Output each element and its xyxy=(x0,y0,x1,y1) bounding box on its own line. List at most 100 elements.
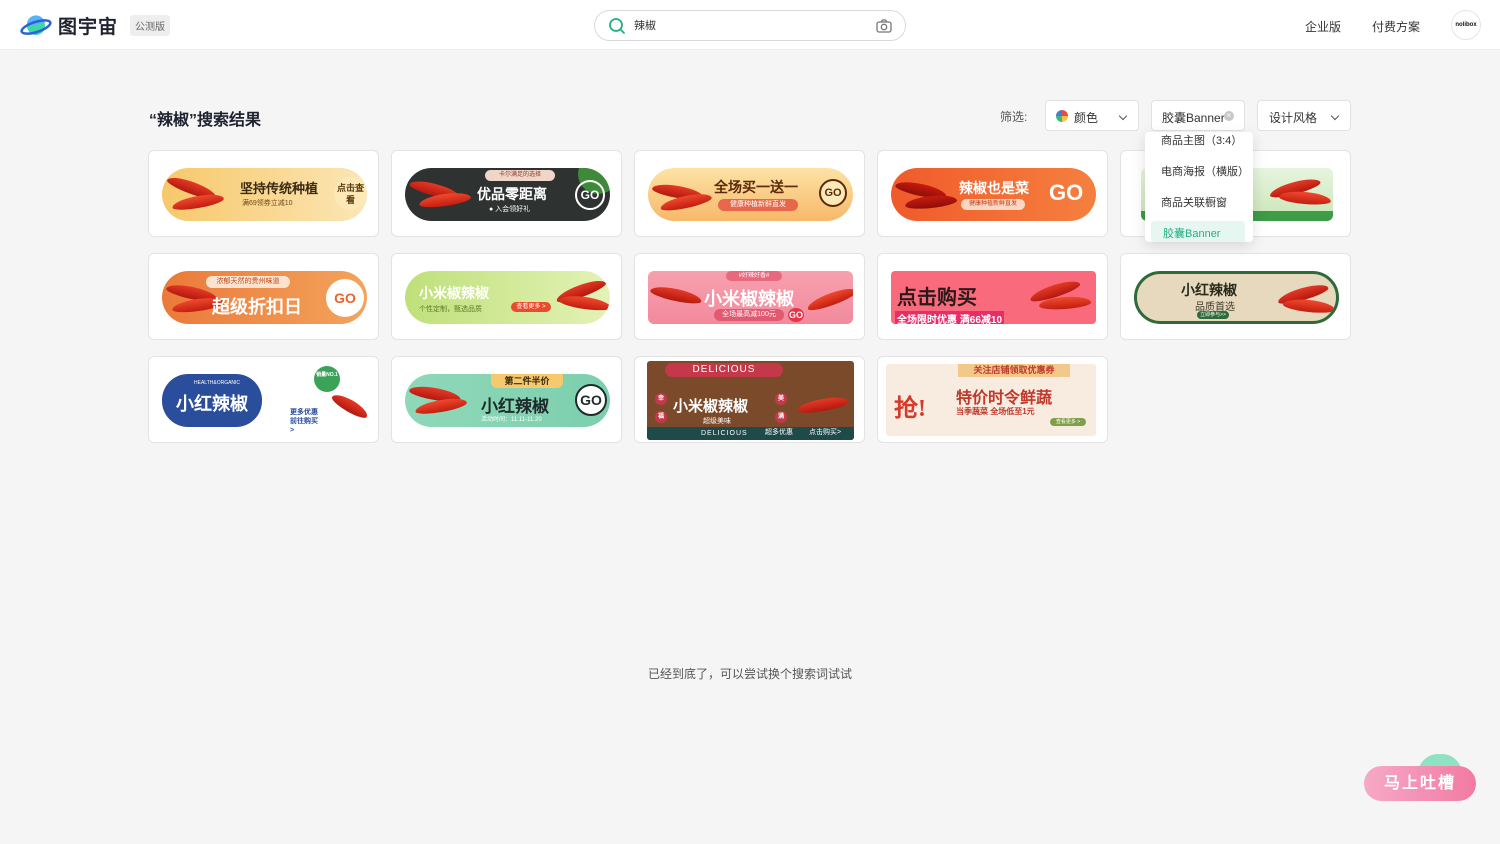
nav-enterprise-link[interactable]: 企业版 xyxy=(1305,18,1341,35)
page-title: “辣椒”搜索结果 xyxy=(149,112,262,129)
banner-image: 点击购买 全场限时优惠 满66减10 xyxy=(891,271,1096,324)
banner-cta: GO xyxy=(575,180,605,210)
banner-image: 辣椒也是菜 健康种植新鲜直发 GO xyxy=(891,168,1096,221)
banner-card[interactable]: DELICIOUS 幸 福 小米椒辣椒 美 满 超级美味 DELICIOUS 超… xyxy=(634,356,865,443)
filter-label: 筛选: xyxy=(1000,110,1028,124)
banner-image: 第二件半价 小红辣椒 活动时间：11.11-11.20 GO xyxy=(405,374,610,427)
banner-cta: 查看更多 > xyxy=(511,302,551,312)
banner-subtitle: 超级美味 xyxy=(703,418,731,425)
banner-card[interactable]: 第二件半价 小红辣椒 活动时间：11.11-11.20 GO xyxy=(391,356,622,443)
banner-cta: 点击查看 xyxy=(334,177,367,210)
banner-card[interactable]: 点击购买 全场限时优惠 满66减10 xyxy=(877,253,1108,340)
banner-subtitle: 当季蔬菜 全场低至1元 xyxy=(956,407,1035,416)
banner-card[interactable]: 关注店铺领取优惠券 抢! 特价时令鲜蔬 当季蔬菜 全场低至1元 查看更多 > xyxy=(877,356,1108,443)
banner-title: 小米椒辣椒 xyxy=(673,399,749,415)
chevron-down-icon xyxy=(1118,111,1128,121)
banner-subtitle: 更多优惠 前往购买> xyxy=(290,409,318,434)
dropdown-item[interactable]: 电商海报（横版） xyxy=(1145,159,1253,185)
banner-tag: 卡尔满足的选择 xyxy=(485,170,555,181)
style-filter-label: 设计风格 xyxy=(1269,111,1318,125)
banner-tag: DELICIOUS xyxy=(665,363,783,377)
beta-badge: 公测版 xyxy=(130,15,171,36)
banner-cta: GO xyxy=(819,179,847,207)
banner-image: 坚持传统种植 满69领券立减10 点击查看 xyxy=(162,168,367,221)
feedback-button[interactable]: 马上吐槽 xyxy=(1364,766,1476,801)
banner-title: 全场买一送一 xyxy=(714,179,798,195)
color-filter-select[interactable]: 颜色 xyxy=(1045,100,1139,131)
banner-title: 点击购买 xyxy=(897,287,977,309)
banner-subtitle: 健康种植新鲜直发 xyxy=(961,199,1025,210)
dropdown-item[interactable]: 商品主图（3:4） xyxy=(1145,132,1253,154)
banner-card[interactable]: HEALTH&ORGANIC 小红辣椒 更多优惠 前往购买> 销量NO.1 xyxy=(148,356,379,443)
banner-subtitle: 全场最高减100元 xyxy=(714,309,784,321)
banner-side: 抢! xyxy=(894,396,926,422)
banner-side: 美 xyxy=(775,393,787,405)
banner-type-dropdown: 商品主图（3:4） 电商海报（横版） 商品关联橱窗 胶囊Banner xyxy=(1145,132,1253,242)
banner-title: 辣椒也是菜 xyxy=(959,180,1029,196)
nav-pricing-link[interactable]: 付费方案 xyxy=(1372,18,1420,35)
banner-card[interactable]: #好辣好香# 小米椒辣椒 全场最高减100元 GO xyxy=(634,253,865,340)
banner-side: 福 xyxy=(655,411,667,423)
banner-card[interactable]: 小米椒辣椒 个性定制，甄选品质 查看更多 > xyxy=(391,253,622,340)
dropdown-item[interactable]: 商品关联橱窗 xyxy=(1145,190,1253,216)
banner-side: 幸 xyxy=(655,393,667,405)
banner-card[interactable]: 坚持传统种植 满69领券立减10 点击查看 xyxy=(148,150,379,237)
banner-image: HEALTH&ORGANIC 小红辣椒 更多优惠 前往购买> 销量NO.1 xyxy=(162,366,371,434)
search-input[interactable] xyxy=(634,19,854,31)
banner-cta: GO xyxy=(1049,180,1084,205)
banner-subtitle: 满69领券立减10 xyxy=(242,200,293,207)
banner-image: 卡尔满足的选择 优品零距离 ● 入会领好礼 GO xyxy=(405,168,610,221)
banner-title: 特价时令鲜蔬 xyxy=(956,390,1053,407)
logo[interactable]: 图宇宙 公测版 xyxy=(20,12,171,39)
banner-cta: GO xyxy=(575,384,607,416)
banner-image: 关注店铺领取优惠券 抢! 特价时令鲜蔬 当季蔬菜 全场低至1元 查看更多 > xyxy=(886,364,1096,436)
planet-logo-icon xyxy=(20,14,52,38)
banner-card[interactable]: 全场买一送一 健康种植新鲜直发 GO xyxy=(634,150,865,237)
banner-title: 坚持传统种植 xyxy=(240,181,319,196)
search-bar[interactable] xyxy=(594,10,906,41)
banner-title: 小红辣椒 xyxy=(1181,284,1237,299)
banner-image: DELICIOUS 幸 福 小米椒辣椒 美 满 超级美味 DELICIOUS 超… xyxy=(647,361,854,440)
type-filter-label: 胶囊Banner xyxy=(1162,111,1225,125)
banner-cta: GO xyxy=(326,279,364,317)
sales-badge: 销量NO.1 xyxy=(314,366,340,392)
banner-tag: HEALTH&ORGANIC xyxy=(194,380,241,386)
type-filter-select[interactable]: 胶囊Banner × xyxy=(1151,100,1245,131)
banner-image: 全场买一送一 健康种植新鲜直发 GO xyxy=(648,168,853,221)
banner-subtitle: ● 入会领好礼 xyxy=(489,206,531,213)
dropdown-item-selected[interactable]: 胶囊Banner xyxy=(1151,221,1245,242)
banner-tag: 第二件半价 xyxy=(491,374,563,388)
camera-icon[interactable] xyxy=(875,17,893,40)
banner-image: 小红辣椒 品质首选 立即参与>> xyxy=(1134,271,1339,324)
banner-card[interactable]: 辣椒也是菜 健康种植新鲜直发 GO xyxy=(877,150,1108,237)
banner-footer: DELICIOUS xyxy=(701,430,748,437)
banner-cta: 查看更多 > xyxy=(1050,418,1086,426)
banner-image: 浓郁天然的贵州味道 超级折扣日 GO xyxy=(162,271,367,324)
chevron-down-icon xyxy=(1330,111,1340,121)
banner-image: #好辣好香# 小米椒辣椒 全场最高减100元 GO xyxy=(648,271,853,324)
banner-card[interactable]: 小红辣椒 品质首选 立即参与>> xyxy=(1120,253,1351,340)
search-icon[interactable] xyxy=(608,17,626,40)
banner-subtitle: 全场限时优惠 满66减10 xyxy=(895,311,1005,324)
banner-subtitle: 健康种植新鲜直发 xyxy=(718,199,798,211)
end-of-results-text: 已经到底了，可以尝试换个搜索词试试 xyxy=(647,667,852,681)
banner-title: 优品零距离 xyxy=(477,186,547,202)
banner-card[interactable]: 卡尔满足的选择 优品零距离 ● 入会领好礼 GO xyxy=(391,150,622,237)
clear-icon[interactable]: × xyxy=(1224,111,1234,121)
banner-cta: 立即参与>> xyxy=(1197,311,1229,319)
top-header: 图宇宙 公测版 企业版 付费方案 nolibox xyxy=(0,0,1500,50)
banner-cta: GO xyxy=(788,308,804,322)
style-filter-select[interactable]: 设计风格 xyxy=(1257,100,1351,131)
banner-title: 小米椒辣椒 xyxy=(704,289,794,309)
banner-card[interactable]: 浓郁天然的贵州味道 超级折扣日 GO xyxy=(148,253,379,340)
color-filter-label: 颜色 xyxy=(1074,111,1099,125)
banner-title: 小红辣椒 xyxy=(176,394,248,414)
banner-tag: 关注店铺领取优惠券 xyxy=(958,364,1070,377)
banner-title: 小米椒辣椒 xyxy=(419,285,489,301)
banner-image: 小米椒辣椒 个性定制，甄选品质 查看更多 > xyxy=(405,271,610,324)
banner-footer: 超多优惠 xyxy=(765,429,793,436)
banner-side: 满 xyxy=(775,411,787,423)
banner-subtitle: 个性定制，甄选品质 xyxy=(419,306,482,313)
logo-text: 图宇宙 xyxy=(58,17,119,38)
avatar[interactable]: nolibox xyxy=(1451,10,1481,40)
